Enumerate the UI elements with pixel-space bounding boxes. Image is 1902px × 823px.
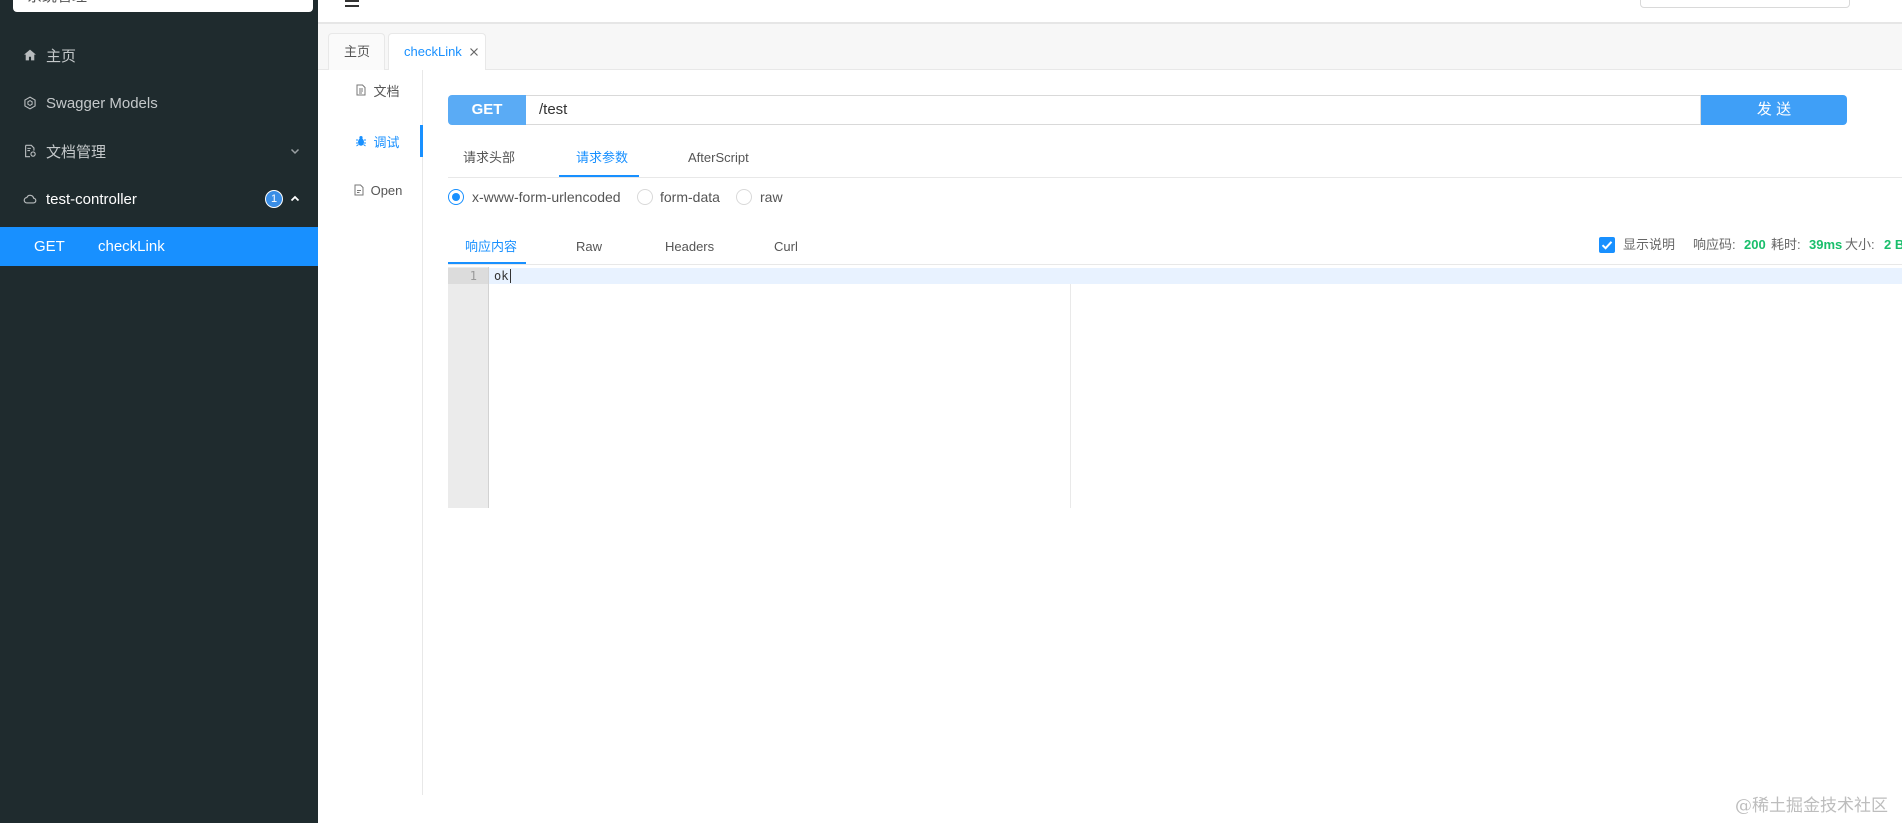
count-badge: 1 (265, 190, 283, 208)
editor-print-margin (1070, 284, 1071, 508)
endpoint-name: checkLink (98, 238, 165, 255)
file-text-icon (355, 84, 367, 96)
bug-icon (355, 135, 367, 147)
elapsed-time-label: 耗时: (1771, 237, 1801, 252)
side-nav-label: 文档 (373, 83, 400, 99)
sidebar-item-label: 文档管理 (46, 143, 107, 161)
send-button[interactable]: 发 送 (1701, 95, 1847, 125)
watermark: @稀土掘金技术社区 (1735, 796, 1888, 816)
check-icon (1601, 241, 1613, 250)
radio-urlencoded[interactable] (448, 189, 464, 205)
radio-raw[interactable] (736, 189, 752, 205)
radio-label[interactable]: raw (760, 188, 783, 206)
request-tabs-divider (448, 177, 1902, 178)
sidebar-item-swagger-models[interactable]: Swagger Models (0, 79, 318, 127)
http-method-badge: GET (448, 95, 526, 125)
tab-label: checkLink (404, 44, 462, 59)
radio-label[interactable]: x-www-form-urlencoded (472, 188, 621, 206)
tab-checklink[interactable]: checkLink (388, 33, 486, 70)
header-search-input[interactable] (1640, 0, 1850, 8)
elapsed-time-value: 39ms (1809, 237, 1843, 252)
sidebar: 系统管理 主页 Swagger Models 文档管理 test-control… (0, 0, 318, 823)
tab-response-headers[interactable]: Headers (665, 230, 714, 263)
side-nav-label: Open (370, 182, 403, 198)
model-icon (23, 96, 37, 110)
tab-bar: 主页 checkLink (318, 24, 1902, 70)
tab-response-raw[interactable]: Raw (576, 230, 602, 263)
menu-fold-icon[interactable] (343, 0, 361, 10)
top-header (318, 0, 1902, 24)
tab-response-curl[interactable]: Curl (774, 230, 798, 263)
side-nav-label: 调试 (373, 134, 400, 150)
document-manage-icon (23, 144, 37, 158)
home-icon (23, 48, 37, 62)
text-cursor (510, 269, 511, 283)
response-size-value: 2 B (1884, 237, 1902, 252)
side-nav-active-indicator (420, 125, 423, 157)
tab-home[interactable]: 主页 (328, 33, 385, 70)
sidebar-item-test-controller[interactable]: test-controller 1 (0, 175, 318, 223)
tab-request-params[interactable]: 请求参数 (576, 140, 628, 176)
sidebar-item-label: 主页 (46, 47, 77, 65)
group-select[interactable]: 系统管理 (13, 0, 313, 12)
show-description-checkbox[interactable] (1599, 237, 1615, 253)
response-tabs-divider (448, 264, 1902, 265)
editor-active-line[interactable] (489, 268, 1902, 284)
status-code-label: 响应码: (1693, 237, 1736, 252)
tab-after-script[interactable]: AfterScript (688, 140, 749, 176)
sidebar-item-checklink[interactable]: GET checkLink (0, 227, 318, 266)
tab-request-headers[interactable]: 请求头部 (463, 140, 515, 176)
file-icon (353, 184, 365, 196)
line-number: 1 (469, 269, 477, 283)
side-nav-doc[interactable]: 文档 (318, 74, 423, 106)
chevron-down-icon (290, 146, 300, 156)
sidebar-item-document-manage[interactable]: 文档管理 (0, 127, 318, 175)
radio-form-data[interactable] (637, 189, 653, 205)
show-description-label[interactable]: 显示说明 (1623, 237, 1675, 253)
radio-label[interactable]: form-data (660, 188, 720, 206)
close-icon[interactable] (469, 47, 479, 57)
side-nav-debug[interactable]: 调试 (318, 125, 423, 157)
sidebar-item-home[interactable]: 主页 (0, 31, 318, 79)
request-url-input[interactable]: /test (526, 95, 1701, 125)
response-body-text[interactable]: ok (494, 268, 508, 284)
side-nav-open[interactable]: Open (318, 174, 423, 206)
sidebar-item-label: test-controller (46, 190, 137, 208)
chevron-up-icon (290, 194, 300, 204)
cloud-icon (23, 192, 37, 206)
sidebar-item-label: Swagger Models (46, 94, 158, 112)
status-code-value: 200 (1744, 237, 1766, 252)
endpoint-method: GET (34, 238, 65, 255)
editor-gutter (448, 267, 489, 508)
response-size-label: 大小: (1845, 237, 1875, 252)
tab-response-content[interactable]: 响应内容 (465, 230, 517, 263)
tab-label: 主页 (344, 44, 371, 59)
